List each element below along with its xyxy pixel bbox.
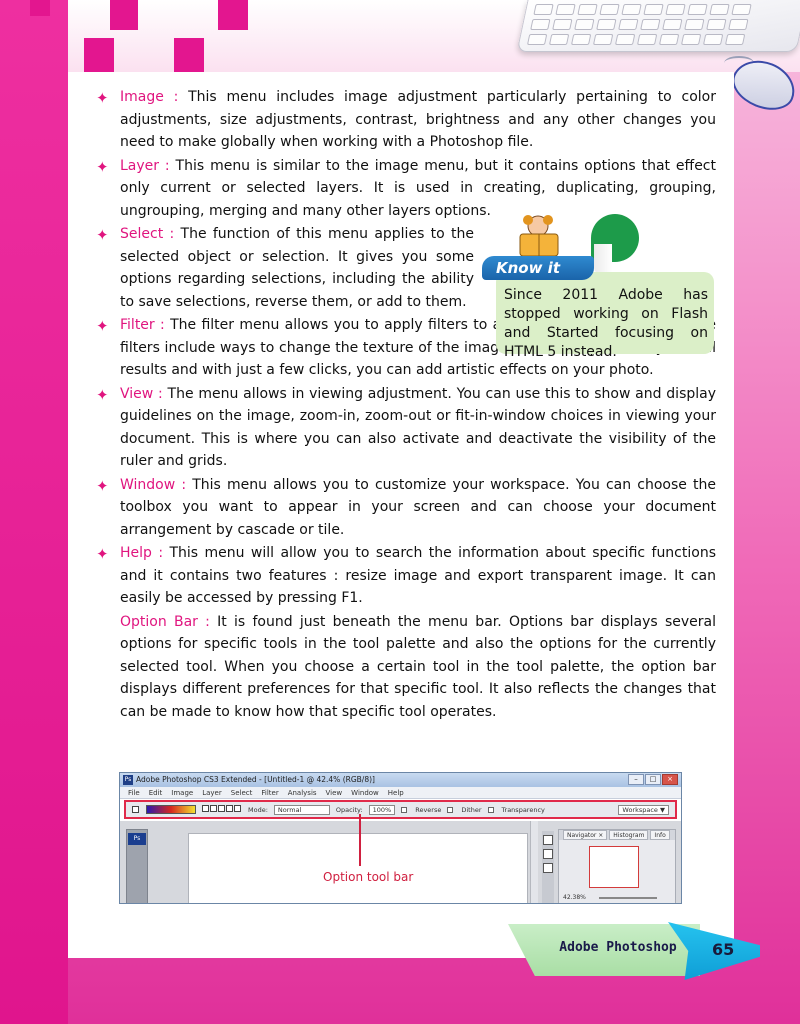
- ps-menu-window: Window: [351, 789, 379, 797]
- decor-square: [110, 0, 138, 30]
- callout-arrow: [359, 814, 361, 866]
- star-bullet-icon: ✦: [96, 545, 109, 563]
- term-label: View :: [120, 385, 163, 402]
- tab-navigator: Navigator ×: [563, 830, 608, 840]
- tab-histogram: Histogram: [609, 830, 649, 840]
- ps-scrollbar: [530, 821, 538, 903]
- ps-menu-select: Select: [230, 789, 253, 797]
- item-text: This menu includes image adjustment part…: [120, 89, 716, 150]
- item-select: ✦ Select : The function of this menu app…: [96, 223, 474, 313]
- ps-menu-filter: Filter: [261, 789, 279, 797]
- ps-menu-view: View: [325, 789, 343, 797]
- term-label: Option Bar :: [120, 613, 210, 630]
- ps-window-title: Adobe Photoshop CS3 Extended - [Untitled…: [136, 775, 375, 784]
- opacity-label: Opacity:: [335, 805, 363, 814]
- star-bullet-icon: ✦: [96, 385, 109, 404]
- ps-menu-file: File: [128, 789, 140, 797]
- ps-navigator-panel: Navigator × Histogram Info 42.38%: [558, 829, 676, 903]
- tool-preset-icon: [132, 806, 139, 813]
- menu-descriptions: ✦ Image : This menu includes image adjus…: [96, 86, 716, 723]
- photoshop-screenshot: Ps Adobe Photoshop CS3 Extended - [Untit…: [119, 772, 682, 904]
- transparency-label: Transparency: [501, 805, 545, 814]
- option-bar-paragraph: Option Bar : It is found just beneath th…: [96, 611, 716, 724]
- item-text: The filter menu allows you to apply filt…: [120, 317, 716, 378]
- star-bullet-icon: ✦: [96, 317, 109, 335]
- ps-toolbox: Ps: [126, 829, 148, 903]
- item-image: ✦ Image : This menu includes image adjus…: [96, 86, 716, 154]
- ps-panel-tabs: Navigator × Histogram Info: [559, 830, 675, 840]
- item-text: The menu allows in viewing adjustment. Y…: [120, 385, 717, 470]
- item-text: The function of this menu applies to the…: [120, 226, 475, 310]
- star-bullet-icon: ✦: [96, 476, 109, 495]
- left-pink-strip: [0, 0, 68, 1024]
- item-help: ✦ Help : This menu will allow you to sea…: [96, 542, 716, 610]
- footer-book-title: Adobe Photoshop: [508, 924, 700, 976]
- workspace-button: Workspace ▼: [618, 804, 669, 815]
- item-layer: ✦ Layer : This menu is similar to the im…: [96, 155, 716, 223]
- navigator-preview: [589, 846, 639, 888]
- ps-options-bar: Mode: Normal Opacity: 100% Reverse Dithe…: [124, 800, 677, 819]
- decor-square: [84, 38, 114, 72]
- gradient-swatch: [146, 805, 196, 814]
- ps-menu-layer: Layer: [202, 789, 222, 797]
- opacity-field: 100%: [368, 804, 396, 815]
- decor-square: [30, 0, 50, 16]
- dock-icon: [543, 835, 553, 845]
- item-text: It is found just beneath the menu bar. O…: [120, 613, 716, 720]
- reverse-label: Reverse: [415, 805, 442, 814]
- term-label: Filter :: [120, 317, 165, 333]
- mode-label: Mode:: [248, 805, 268, 814]
- item-filter: ✦ Filter : The filter menu allows you to…: [96, 314, 716, 382]
- window-controls: – □ ×: [628, 774, 678, 785]
- gradient-types-icon: [202, 805, 242, 814]
- item-text: This menu is similar to the image menu, …: [120, 157, 716, 219]
- page-number: 65: [712, 940, 735, 959]
- dither-label: Dither: [461, 805, 482, 814]
- term-label: Layer :: [120, 157, 170, 174]
- item-view: ✦ View : The menu allows in viewing adju…: [96, 383, 716, 473]
- term-label: Help :: [120, 545, 164, 561]
- close-icon: ×: [662, 774, 678, 785]
- dock-icon: [543, 863, 553, 873]
- star-bullet-icon: ✦: [96, 89, 109, 107]
- tab-info: Info: [650, 830, 670, 840]
- item-text: This menu allows you to customize your w…: [120, 476, 716, 538]
- dock-icon: [543, 849, 553, 859]
- star-bullet-icon: ✦: [96, 157, 109, 176]
- ps-document-canvas: [188, 833, 528, 903]
- transparency-checkbox: [487, 806, 494, 813]
- ps-title-bar: Ps Adobe Photoshop CS3 Extended - [Untit…: [120, 773, 681, 787]
- ps-menu-help: Help: [387, 789, 404, 797]
- ps-workspace: Ps Navigator × Histogram Info 42.38%: [120, 821, 681, 903]
- reverse-checkbox: [401, 806, 408, 813]
- item-text: This menu will allow you to search the i…: [120, 545, 716, 606]
- ps-menu-edit: Edit: [148, 789, 163, 797]
- item-window: ✦ Window : This menu allows you to custo…: [96, 474, 716, 542]
- minimize-icon: –: [628, 774, 644, 785]
- decor-square: [174, 38, 204, 72]
- keyboard-illustration: [516, 0, 800, 52]
- dither-checkbox: [447, 806, 454, 813]
- maximize-icon: □: [645, 774, 661, 785]
- ps-panel-dock: [542, 831, 554, 903]
- mode-select: Normal: [273, 804, 330, 815]
- term-label: Select :: [120, 226, 175, 242]
- ps-menu-bar: File Edit Image Layer Select Filter Anal…: [120, 787, 681, 799]
- term-label: Window :: [120, 476, 187, 493]
- navigator-zoom: 42.38%: [563, 894, 586, 901]
- ps-menu-image: Image: [171, 789, 194, 797]
- term-label: Image :: [120, 89, 179, 105]
- star-bullet-icon: ✦: [96, 226, 109, 244]
- decor-square: [218, 0, 248, 30]
- ps-app-icon: Ps: [123, 775, 133, 785]
- zoom-slider: [599, 897, 657, 899]
- ps-toolbox-logo: Ps: [128, 833, 146, 845]
- callout-label: Option tool bar: [323, 870, 414, 884]
- ps-menu-analysis: Analysis: [287, 789, 317, 797]
